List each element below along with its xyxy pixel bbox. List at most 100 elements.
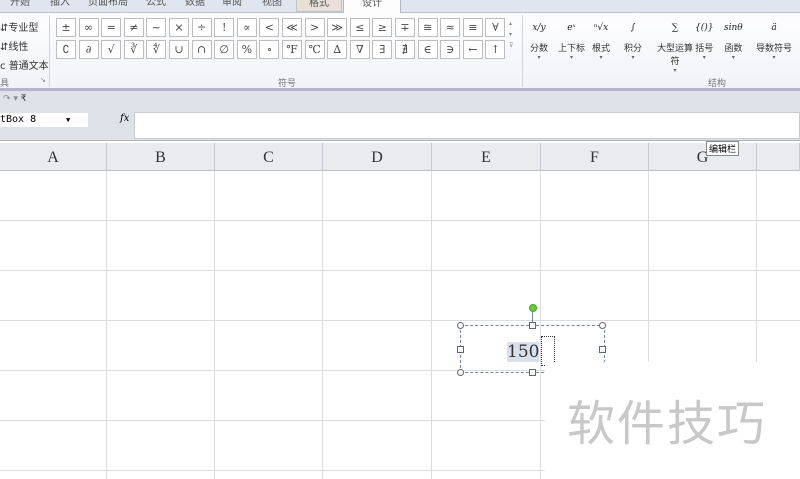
symbol-button[interactable]: <	[259, 18, 280, 37]
column-header-a[interactable]: A	[0, 143, 107, 171]
rotate-line	[532, 312, 533, 322]
tab-view[interactable]: 视图	[262, 0, 282, 12]
symbol-button[interactable]: ℃	[304, 40, 325, 59]
formula-input[interactable]	[134, 112, 800, 139]
professional-label: 专业型	[8, 23, 39, 34]
column-header-g[interactable]: G	[649, 143, 757, 171]
symbol-button[interactable]: ↑	[485, 40, 506, 59]
tab-format[interactable]: 格式	[296, 0, 342, 12]
symbol-button[interactable]: ∩	[191, 40, 212, 59]
tab-page-layout[interactable]: 页面布局	[88, 0, 128, 12]
symbol-button[interactable]: ∀	[485, 18, 506, 37]
resize-handle[interactable]	[457, 346, 464, 353]
customize-icon[interactable]: ₹	[21, 94, 27, 104]
resize-handle[interactable]	[529, 322, 536, 329]
symbol-button[interactable]: ≥	[372, 18, 393, 37]
structure-button[interactable]: ä 导数符号 ▾	[756, 15, 792, 61]
symbol-button[interactable]: ∆	[327, 40, 348, 59]
resize-handle[interactable]	[599, 346, 606, 353]
symbol-button[interactable]: ∅	[214, 40, 235, 59]
fx-icon[interactable]: fx	[120, 113, 129, 124]
symbol-button[interactable]: ∪	[169, 40, 189, 59]
symbol-button[interactable]: ∝	[236, 18, 257, 37]
column-header-e[interactable]: E	[432, 143, 541, 171]
symbol-button[interactable]: ∈	[417, 40, 438, 59]
gridline	[0, 320, 800, 321]
resize-handle[interactable]	[529, 369, 536, 376]
symbol-button[interactable]: ∇	[349, 40, 370, 59]
symbol-button[interactable]: ∋	[440, 40, 461, 59]
structure-button[interactable]: eˣ 上下标 ▾	[558, 15, 585, 61]
name-box-value: tBox 8	[0, 114, 37, 125]
column-header-c[interactable]: C	[215, 143, 323, 171]
dialog-launcher-icon[interactable]: ↘	[40, 76, 46, 84]
symbol-button[interactable]: ≪	[282, 18, 302, 37]
chevron-down-icon: ▾	[731, 54, 735, 61]
tab-data[interactable]: 数据	[185, 0, 205, 12]
symbol-button[interactable]: !	[214, 18, 235, 37]
symbol-button[interactable]: %	[236, 40, 257, 59]
tools-group-label: 具	[0, 79, 10, 89]
structure-button[interactable]: {()} 括号 ▾	[695, 15, 713, 61]
column-header-d[interactable]: D	[323, 143, 432, 171]
ribbon: ⇵专业型 ⇵线性 c 普通文本 具 ↘ ± ∞ = ≠ ~ × ÷! ∝ < ≪ > ≫ ≤ ≥ ∓ ≅ ≈ ≡ ∀…	[0, 13, 800, 91]
symbol-button[interactable]: ≅	[417, 18, 438, 37]
column-header[interactable]	[757, 143, 800, 171]
column-header-f[interactable]: F	[541, 143, 649, 171]
symbol-button[interactable]: ∃	[372, 40, 393, 59]
gallery-scroll[interactable]: ▴ ▾ ⊽	[509, 18, 513, 51]
symbol-button[interactable]: ∄	[395, 40, 415, 59]
formula-bar: tBox 8 ▼ fx	[0, 111, 800, 141]
symbols-group-label: 符号	[278, 79, 297, 89]
structure-label: 分数	[530, 44, 549, 54]
professional-button[interactable]: ⇵专业型	[0, 19, 38, 34]
column-header-b[interactable]: B	[107, 143, 215, 171]
redo-icon[interactable]: ↷ ▾	[3, 94, 18, 104]
structure-button[interactable]: ∫ 积分 ▾	[624, 15, 642, 61]
symbol-button[interactable]: ℉	[282, 40, 302, 59]
normal-text-button[interactable]: c 普通文本	[0, 57, 49, 72]
structure-button[interactable]: ∑ 大型运算符 ▾	[654, 15, 696, 74]
resize-handle[interactable]	[457, 322, 464, 329]
symbol-button[interactable]: ∂	[78, 40, 99, 59]
tab-design[interactable]: 设计	[343, 0, 401, 13]
gridline	[0, 270, 800, 271]
symbol-button[interactable]: ∓	[395, 18, 415, 37]
symbol-button[interactable]: ≤	[349, 18, 370, 37]
tab-review[interactable]: 审阅	[222, 0, 242, 12]
structure-button[interactable]: x/y 分数 ▾	[530, 15, 548, 61]
symbol-button[interactable]: ∞	[78, 18, 99, 37]
symbol-button[interactable]: ≠	[123, 18, 144, 37]
symbol-button[interactable]: ←	[462, 40, 483, 59]
symbol-button[interactable]: ∁	[56, 40, 76, 59]
structure-button[interactable]: ⁿ√x 根式 ▾	[592, 15, 610, 61]
symbol-button[interactable]: ×	[169, 18, 189, 37]
structure-icon: ⁿ√x	[593, 23, 609, 33]
symbol-button[interactable]: ∜	[146, 40, 167, 59]
tab-home[interactable]: 开始	[10, 0, 30, 12]
symbol-button[interactable]: ∘	[259, 40, 280, 59]
resize-handle[interactable]	[457, 369, 464, 376]
divider	[49, 15, 50, 87]
resize-handle[interactable]	[599, 322, 606, 329]
equation-text[interactable]: 150	[507, 342, 540, 362]
structure-button[interactable]: sinθ 函数 ▾	[724, 15, 743, 61]
symbol-button[interactable]: >	[304, 18, 325, 37]
symbol-button[interactable]: ~	[146, 18, 167, 37]
chevron-down-icon[interactable]: ▼	[66, 113, 70, 127]
symbol-button[interactable]: ≈	[440, 18, 461, 37]
name-box[interactable]: tBox 8 ▼	[0, 113, 88, 127]
linear-button[interactable]: ⇵线性	[0, 38, 28, 53]
tab-insert[interactable]: 插入	[50, 0, 70, 12]
symbol-button[interactable]: √	[101, 40, 122, 59]
tab-formulas[interactable]: 公式	[146, 0, 166, 12]
structure-label: 大型运算符	[656, 44, 693, 67]
symbol-button[interactable]: ≡	[462, 18, 483, 37]
symbol-button[interactable]: ∛	[123, 40, 144, 59]
symbol-button[interactable]: =	[101, 18, 122, 37]
symbol-button[interactable]: ÷	[191, 18, 212, 37]
symbol-button[interactable]: ≫	[327, 18, 348, 37]
rotate-handle[interactable]	[529, 304, 537, 312]
symbol-button[interactable]: ±	[56, 18, 76, 37]
structure-label: 括号	[695, 44, 714, 54]
